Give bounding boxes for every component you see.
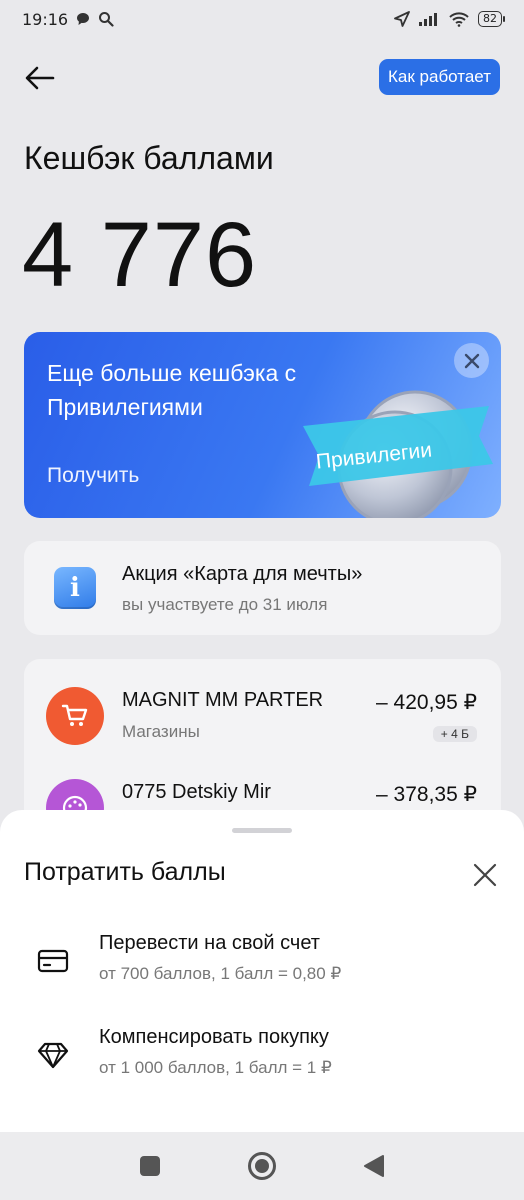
transaction-bonus-badge: + 4 Б	[432, 726, 477, 742]
transaction-amount: – 378,35 ₽	[376, 783, 477, 806]
page-title: Кешбэк баллами	[24, 140, 274, 176]
system-nav-bar	[0, 1132, 524, 1200]
cart-icon	[46, 687, 104, 745]
card-icon	[36, 944, 70, 978]
recents-square-icon[interactable]	[139, 1155, 161, 1177]
transaction-amount: – 420,95 ₽	[376, 691, 477, 714]
spend-points-sheet: Потратить баллы Перевести на свой счет о…	[0, 810, 524, 1132]
info-icon: i	[54, 567, 96, 609]
action-subtitle: вы участвуете до 31 июля	[122, 595, 328, 614]
transaction-merchant: MAGNIT MM PARTER	[122, 689, 324, 711]
action-title: Акция «Карта для мечты»	[122, 563, 363, 585]
arrow-left-icon	[25, 66, 55, 90]
sheet-close-button[interactable]	[470, 860, 500, 890]
battery-indicator: 82	[478, 11, 505, 27]
option-subtitle: от 700 баллов, 1 балл = 0,80 ₽	[99, 964, 342, 983]
close-icon	[464, 353, 479, 368]
coins-ribbon-illustration: Привилегии	[303, 390, 493, 518]
close-icon	[473, 863, 497, 887]
promo-get-link[interactable]: Получить	[47, 464, 139, 488]
compensate-purchase-option[interactable]: Компенсировать покупку от 1 000 баллов, …	[0, 1020, 524, 1100]
points-balance: 4 776	[22, 204, 258, 306]
promo-text: Еще больше кешбэка с Привилегиями	[47, 360, 297, 420]
transfer-to-account-option[interactable]: Перевести на свой счет от 700 баллов, 1 …	[0, 926, 524, 1006]
home-circle-icon[interactable]	[247, 1151, 277, 1181]
promo-close-button[interactable]	[454, 343, 489, 378]
message-bubble-icon	[77, 13, 90, 25]
search-icon	[99, 12, 114, 27]
wifi-icon	[449, 12, 469, 27]
transaction-merchant: 0775 Detskiy Mir	[122, 781, 271, 803]
back-triangle-icon[interactable]	[363, 1154, 385, 1178]
option-subtitle: от 1 000 баллов, 1 балл = 1 ₽	[99, 1058, 332, 1077]
list-item[interactable]: MAGNIT MM PARTER Магазины – 420,95 ₽ + 4…	[24, 677, 501, 757]
signal-icon	[419, 13, 437, 26]
promo-action-card[interactable]: i Акция «Карта для мечты» вы участвуете …	[24, 541, 501, 635]
sheet-drag-handle[interactable]	[232, 828, 292, 833]
back-button[interactable]	[22, 60, 58, 96]
transaction-category: Магазины	[122, 722, 200, 741]
privileges-promo-banner[interactable]: Еще больше кешбэка с Привилегиями Получи…	[24, 332, 501, 518]
option-title: Перевести на свой счет	[99, 932, 320, 954]
how-it-works-button[interactable]: Как работает	[379, 59, 500, 95]
diamond-icon	[36, 1038, 70, 1072]
option-title: Компенсировать покупку	[99, 1026, 329, 1048]
status-bar: 19:16 82	[0, 0, 524, 38]
location-arrow-icon	[394, 11, 410, 27]
clock: 19:16	[22, 9, 69, 29]
sheet-title: Потратить баллы	[24, 858, 226, 886]
